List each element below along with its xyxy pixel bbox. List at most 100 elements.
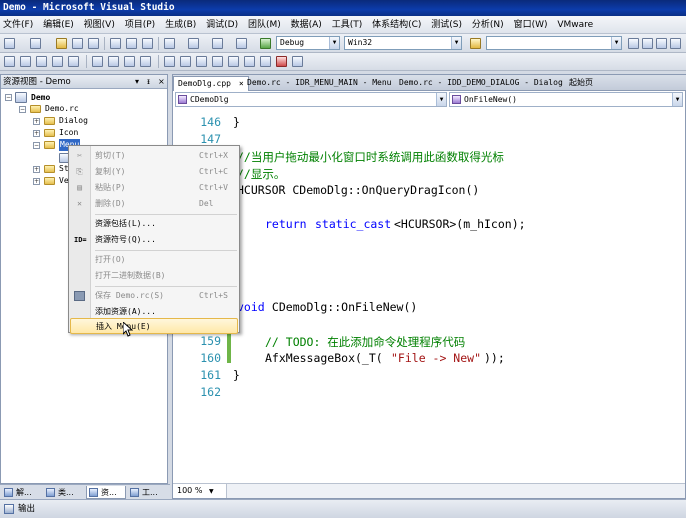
navigate-back-icon[interactable] (212, 38, 223, 49)
collapse-icon[interactable]: − (19, 106, 26, 113)
bookmark-prev-doc-icon[interactable] (244, 56, 255, 67)
menu-separator (95, 250, 237, 251)
zoom-level[interactable]: 100 % ▼ (173, 484, 227, 498)
member-name: OnFileNew() (464, 95, 517, 104)
pin-icon[interactable]: ᵻ (147, 75, 150, 89)
output-window-tab[interactable]: 输出 (0, 499, 686, 518)
close-icon[interactable]: × (158, 75, 165, 89)
menu-item-cut[interactable]: ✂ 剪切(T) Ctrl+X (69, 148, 239, 164)
tab-toolbox[interactable]: 工... (128, 486, 168, 499)
menu-item-copy[interactable]: ⎘ 复制(Y) Ctrl+C (69, 164, 239, 180)
comment-out-icon[interactable] (124, 56, 135, 67)
display-object-members-icon[interactable] (4, 56, 15, 67)
panel-dropdown-icon[interactable]: ▾ (135, 75, 139, 89)
code-comment: //当用户拖动最小化窗口时系统调用此函数取得光标 (237, 150, 504, 164)
find-combo[interactable]: ▼ (486, 36, 622, 50)
menu-team[interactable]: 团队(M) (245, 16, 281, 34)
save-icon[interactable] (72, 38, 83, 49)
menu-test[interactable]: 测试(S) (428, 16, 462, 34)
menu-item-open[interactable]: 打开(O) (69, 252, 239, 268)
properties-icon[interactable] (642, 38, 653, 49)
decrease-indent-icon[interactable] (92, 56, 103, 67)
quick-info-icon[interactable] (36, 56, 47, 67)
expand-icon[interactable]: + (33, 178, 40, 185)
menu-item-paste[interactable]: ▤ 粘贴(P) Ctrl+V (69, 180, 239, 196)
tab-class-view[interactable]: 类... (44, 486, 84, 499)
menu-item-label: 粘贴(P) (95, 183, 126, 192)
bookmark-next-icon[interactable] (196, 56, 207, 67)
menu-architecture[interactable]: 体系结构(C) (369, 16, 421, 34)
code-line: AfxMessageBox(_T( (265, 351, 383, 365)
menu-project[interactable]: 项目(P) (122, 16, 155, 34)
toolbox-icon[interactable] (670, 38, 681, 49)
tree-item-dialog[interactable]: Dialog (59, 115, 88, 127)
class-navigation-dropdown[interactable]: CDemoDlg ▼ (175, 92, 447, 107)
menu-tools[interactable]: 工具(T) (329, 16, 363, 34)
menu-item-label: 保存 Demo.rc(S) (95, 291, 164, 300)
menu-item-open-binary[interactable]: 打开二进制数据(B) (69, 268, 239, 284)
text-editor-toolbar (0, 53, 686, 71)
bookmark-prev-icon[interactable] (180, 56, 191, 67)
menu-vmware[interactable]: VMware (554, 16, 593, 34)
increase-indent-icon[interactable] (108, 56, 119, 67)
undo-icon[interactable] (164, 38, 175, 49)
expand-icon[interactable]: + (33, 166, 40, 173)
bookmark-prev-folder-icon[interactable] (212, 56, 223, 67)
collapse-icon[interactable]: − (33, 142, 40, 149)
navigate-forward-icon[interactable] (236, 38, 247, 49)
tab-menu-resource[interactable]: Demo.rc - IDR_MENU_MAIN - Menu (243, 76, 396, 91)
expand-icon[interactable]: + (33, 118, 40, 125)
zoom-value: 100 % (177, 486, 203, 495)
menu-item-save[interactable]: 保存 Demo.rc(S) Ctrl+S (69, 288, 239, 304)
menu-data[interactable]: 数据(A) (288, 16, 322, 34)
solution-platform-select[interactable]: Win32 ▼ (344, 36, 462, 50)
open-folder-icon[interactable] (56, 38, 67, 49)
horizontal-scrollbar[interactable]: 100 % ▼ (173, 483, 685, 498)
tab-demodlg-cpp[interactable]: DemoDlg.cpp × (173, 76, 249, 91)
cut-icon[interactable] (110, 38, 121, 49)
copy-icon[interactable] (126, 38, 137, 49)
menu-window[interactable]: 窗口(W) (511, 16, 548, 34)
tab-solution-explorer[interactable]: 解... (2, 486, 42, 499)
paste-icon[interactable] (142, 38, 153, 49)
bookmark-next-folder-icon[interactable] (228, 56, 239, 67)
find-in-files-icon[interactable] (470, 38, 481, 49)
add-item-icon[interactable] (30, 38, 41, 49)
dropdown-extra-icon[interactable] (292, 56, 303, 67)
code-comment: // TODO: 在此添加命令处理程序代码 (265, 335, 466, 349)
save-all-icon[interactable] (88, 38, 99, 49)
new-project-icon[interactable] (4, 38, 15, 49)
word-completion-icon[interactable] (52, 56, 63, 67)
tab-start-page[interactable]: 起始页 (565, 76, 597, 91)
menu-debug[interactable]: 调试(D) (203, 16, 238, 34)
parameter-info-icon[interactable] (20, 56, 31, 67)
clear-bookmarks-icon[interactable] (276, 56, 287, 67)
redo-icon[interactable] (188, 38, 199, 49)
expand-icon[interactable]: + (33, 130, 40, 137)
menu-view[interactable]: 视图(V) (81, 16, 115, 34)
object-browser-icon[interactable] (656, 38, 667, 49)
menu-item-resource-includes[interactable]: 资源包括(L)... (69, 216, 239, 232)
code-area[interactable]: 146 } 147 //当用户拖动最小化窗口时系统调用此函数取得光标 //显示。… (173, 109, 686, 481)
menu-analyze[interactable]: 分析(N) (469, 16, 504, 34)
tree-item-icon[interactable]: Icon (59, 127, 78, 139)
menu-build[interactable]: 生成(B) (162, 16, 196, 34)
solution-config-select[interactable]: Debug ▼ (276, 36, 340, 50)
start-debugging-icon[interactable] (260, 38, 271, 49)
bookmark-toggle-icon[interactable] (164, 56, 175, 67)
change-marker (227, 329, 231, 363)
collapse-icon[interactable]: − (5, 94, 12, 101)
menu-item-resource-symbols[interactable]: ID= 资源符号(Q)... (69, 232, 239, 248)
bookmark-next-doc-icon[interactable] (260, 56, 271, 67)
tab-resource-view[interactable]: 资... (86, 486, 126, 499)
tree-item-demo-rc[interactable]: Demo.rc (45, 103, 79, 115)
word-wrap-icon[interactable] (68, 56, 79, 67)
tab-dialog-resource[interactable]: Demo.rc - IDD_DEMO_DIALOG - Dialog (395, 76, 567, 91)
menu-file[interactable]: 文件(F) (0, 16, 33, 34)
solution-explorer-icon[interactable] (628, 38, 639, 49)
menu-item-insert-menu[interactable]: 插入 Menu(E) (70, 318, 238, 334)
uncomment-icon[interactable] (140, 56, 151, 67)
menu-item-delete[interactable]: ✕ 删除(D) Del (69, 196, 239, 212)
member-navigation-dropdown[interactable]: OnFileNew() ▼ (449, 92, 683, 107)
menu-edit[interactable]: 编辑(E) (40, 16, 74, 34)
